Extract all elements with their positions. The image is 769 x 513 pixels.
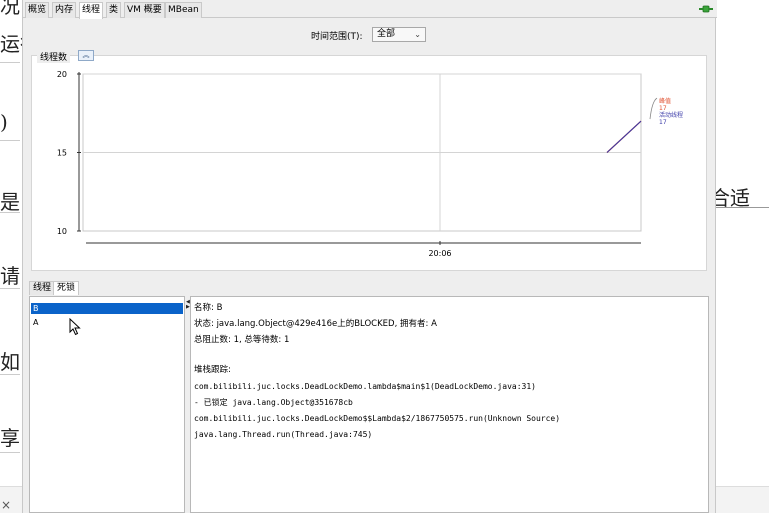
panel-title: 线程数 xyxy=(37,50,71,63)
legend-value: 17 xyxy=(659,105,667,112)
time-range-label: 时间范围(T): xyxy=(311,32,363,42)
background-text: 请 xyxy=(0,264,20,288)
chevron-down-icon: ⌄ xyxy=(414,30,421,39)
x-tick-label: 20:06 xyxy=(428,249,451,258)
background-divider xyxy=(0,374,20,375)
stack-frame: com.bilibili.juc.locks.DeadLockDemo$$Lam… xyxy=(194,414,561,423)
legend-label: 活动线程 xyxy=(659,111,683,119)
tab-memory[interactable]: 内存 xyxy=(52,2,77,18)
y-tick-label: 15 xyxy=(57,149,67,158)
main-tab-bar: 概览 内存 线程 类 VM 概要 MBean xyxy=(23,0,717,19)
thread-list: B A xyxy=(29,296,185,513)
thread-state: 状态: java.lang.Object@429e416e上的BLOCKED, … xyxy=(194,319,437,329)
stack-frame: com.bilibili.juc.locks.DeadLockDemo.lamb… xyxy=(194,382,536,391)
y-tick-label: 10 xyxy=(57,227,67,236)
stack-frame: - 已锁定 java.lang.Object@351678cb xyxy=(194,398,353,407)
legend-label: 峰值 xyxy=(659,97,671,105)
thread-counts: 总阻止数: 1, 总等待数: 1 xyxy=(194,335,290,345)
tab-vm-summary[interactable]: VM 概要 xyxy=(124,2,165,18)
list-item[interactable]: A xyxy=(31,317,183,328)
background-text: ) xyxy=(0,110,8,134)
legend-connector xyxy=(649,97,658,120)
y-tick-label: 20 xyxy=(57,70,67,79)
jconsole-window: 概览 内存 线程 类 VM 概要 MBean 时间范围(T): 全部 ⌄ 20 1… xyxy=(22,0,717,513)
time-range-select[interactable]: 全部 ⌄ xyxy=(372,27,426,42)
tab-threads[interactable]: 线程 xyxy=(79,2,104,19)
background-text: 如 xyxy=(0,350,20,374)
subtab-threads[interactable]: 线程 xyxy=(29,281,56,295)
thread-detail: 名称: B 状态: java.lang.Object@429e416e上的BLO… xyxy=(190,296,709,513)
background-text: 是 xyxy=(0,190,20,214)
background-text: 享 xyxy=(0,426,20,450)
background-divider xyxy=(0,62,20,63)
background-divider xyxy=(0,452,20,453)
thread-count-chart: 20151020:06峰值17活动线程17 xyxy=(57,70,683,258)
stack-trace-header: 堆栈跟踪: xyxy=(194,365,231,375)
tab-mbean[interactable]: MBean xyxy=(165,2,202,18)
tab-overview[interactable]: 概览 xyxy=(25,2,50,18)
list-item[interactable]: B xyxy=(31,303,183,314)
time-range-value: 全部 xyxy=(377,29,396,39)
time-range-row: 时间范围(T): 全部 ⌄ xyxy=(23,26,717,44)
legend-value: 17 xyxy=(659,119,667,126)
subtab-deadlock[interactable]: 死锁 xyxy=(53,281,80,295)
stack-frame: java.lang.Thread.run(Thread.java:745) xyxy=(194,430,373,439)
double-chevron-up-icon[interactable]: ︽ xyxy=(78,50,94,61)
tab-classes[interactable]: 类 xyxy=(106,2,122,18)
background-divider xyxy=(712,207,769,208)
mouse-cursor-icon xyxy=(69,318,81,336)
background-divider xyxy=(0,288,20,289)
close-icon[interactable]: × xyxy=(1,498,11,512)
background-text: 况 xyxy=(0,0,20,18)
background-divider xyxy=(0,140,20,141)
thread-name: 名称: B xyxy=(194,303,223,313)
background-divider xyxy=(0,212,20,213)
plug-connected-icon[interactable] xyxy=(699,4,713,14)
thread-count-panel: 20 15 10 20:06 峰值 17 活动线程 17 线程数 ︽ xyxy=(31,50,707,271)
